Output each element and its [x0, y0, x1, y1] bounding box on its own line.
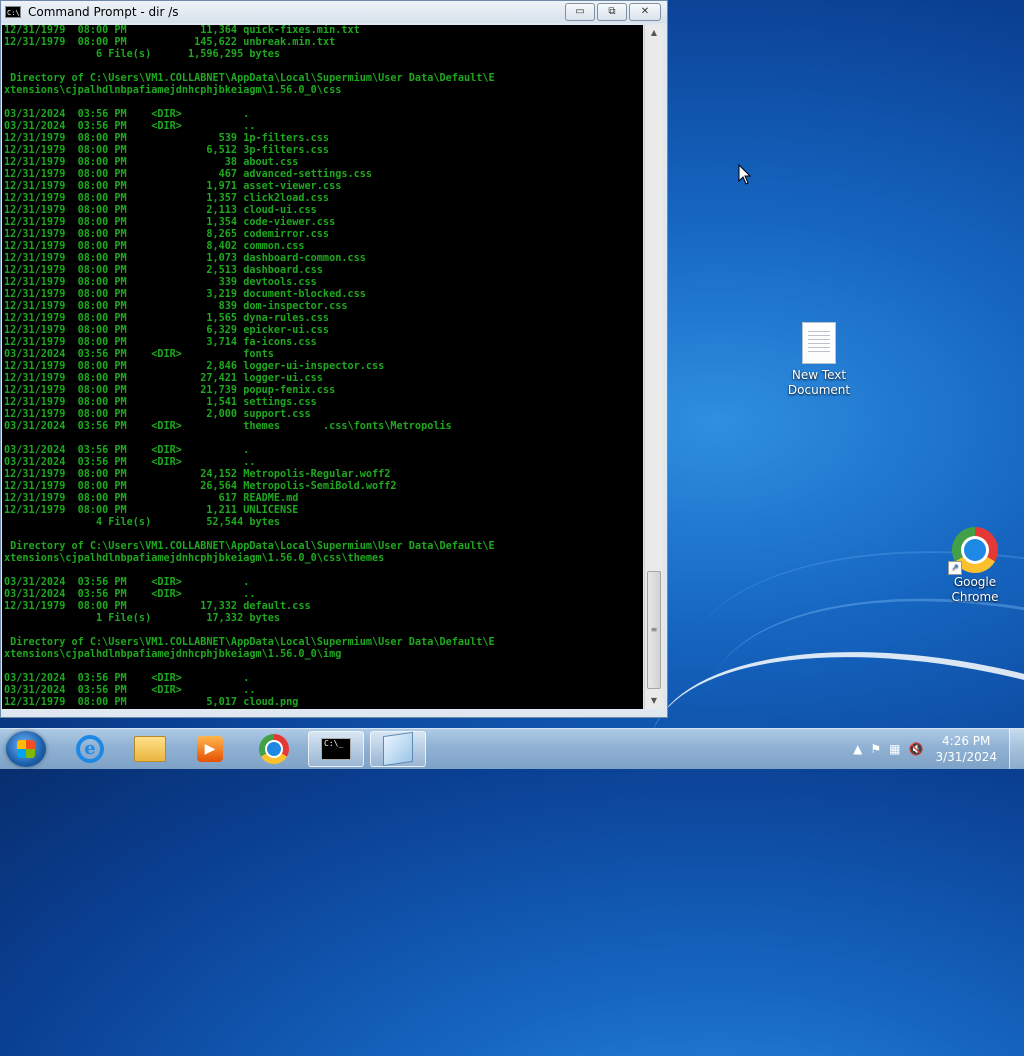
- chrome-icon: ↗: [948, 527, 998, 575]
- internet-explorer-icon: e: [76, 735, 104, 763]
- network-icon[interactable]: ▦: [889, 742, 900, 756]
- console-text: 12/31/1979 08:00 PM 11,364 quick-fixes.m…: [4, 25, 495, 708]
- text-document-icon: [802, 322, 836, 364]
- clock-date: 3/31/2024: [935, 750, 997, 764]
- cmd-icon: C:\: [5, 6, 21, 18]
- window-titlebar[interactable]: C:\ Command Prompt - dir /s ▭ ⧉ ✕: [1, 1, 667, 23]
- scrollbar-thumb[interactable]: ≡: [647, 571, 661, 689]
- folder-icon: [134, 736, 166, 762]
- start-button[interactable]: [6, 731, 46, 767]
- shortcut-arrow-icon: ↗: [948, 561, 962, 575]
- action-center-flag-icon[interactable]: ⚑: [870, 742, 881, 756]
- taskbar-chrome[interactable]: [246, 731, 302, 767]
- vertical-scrollbar[interactable]: ▲ ≡ ▼: [644, 25, 663, 709]
- system-tray: ▲ ⚑ ▦ 🔇 4:26 PM 3/31/2024: [849, 729, 1024, 769]
- close-button[interactable]: ✕: [629, 3, 661, 21]
- console-output-area[interactable]: 12/31/1979 08:00 PM 11,364 quick-fixes.m…: [2, 25, 643, 709]
- cmd-icon: C:\_: [321, 738, 351, 760]
- media-player-icon: ▶: [197, 736, 223, 762]
- show-hidden-icons-icon[interactable]: ▲: [853, 742, 862, 756]
- show-desktop-button[interactable]: [1009, 729, 1024, 769]
- clock-time: 4:26 PM: [942, 734, 991, 748]
- notepad-icon: [383, 731, 413, 767]
- taskbar-file-explorer[interactable]: [122, 731, 178, 767]
- desktop-icon-google-chrome[interactable]: ↗ Google Chrome: [935, 527, 1015, 605]
- taskbar-internet-explorer[interactable]: e: [62, 731, 118, 767]
- taskbar-notepad[interactable]: [370, 731, 426, 767]
- scroll-down-arrow-icon[interactable]: ▼: [645, 693, 663, 709]
- window-title: Command Prompt - dir /s: [28, 5, 179, 19]
- desktop-icon-label: Google Chrome: [951, 575, 999, 604]
- taskbar: e ▶ C:\_ ▲ ⚑ ▦ 🔇 4:26 PM 3/31/2024: [0, 728, 1024, 769]
- system-clock[interactable]: 4:26 PM 3/31/2024: [935, 733, 997, 765]
- maximize-button[interactable]: ⧉: [597, 3, 627, 21]
- command-prompt-window[interactable]: C:\ Command Prompt - dir /s ▭ ⧉ ✕ 12/31/…: [0, 0, 668, 718]
- desktop-icon-label: New Text Document: [787, 368, 851, 397]
- scroll-up-arrow-icon[interactable]: ▲: [645, 25, 663, 41]
- windows-logo-icon: [17, 740, 35, 758]
- taskbar-media-player[interactable]: ▶: [182, 731, 238, 767]
- minimize-button[interactable]: ▭: [565, 3, 595, 21]
- volume-muted-icon[interactable]: 🔇: [909, 742, 924, 756]
- chrome-icon: [259, 734, 289, 764]
- taskbar-command-prompt[interactable]: C:\_: [308, 731, 364, 767]
- desktop-icon-new-text-document[interactable]: New Text Document: [779, 322, 859, 398]
- mouse-cursor-icon: [738, 164, 752, 185]
